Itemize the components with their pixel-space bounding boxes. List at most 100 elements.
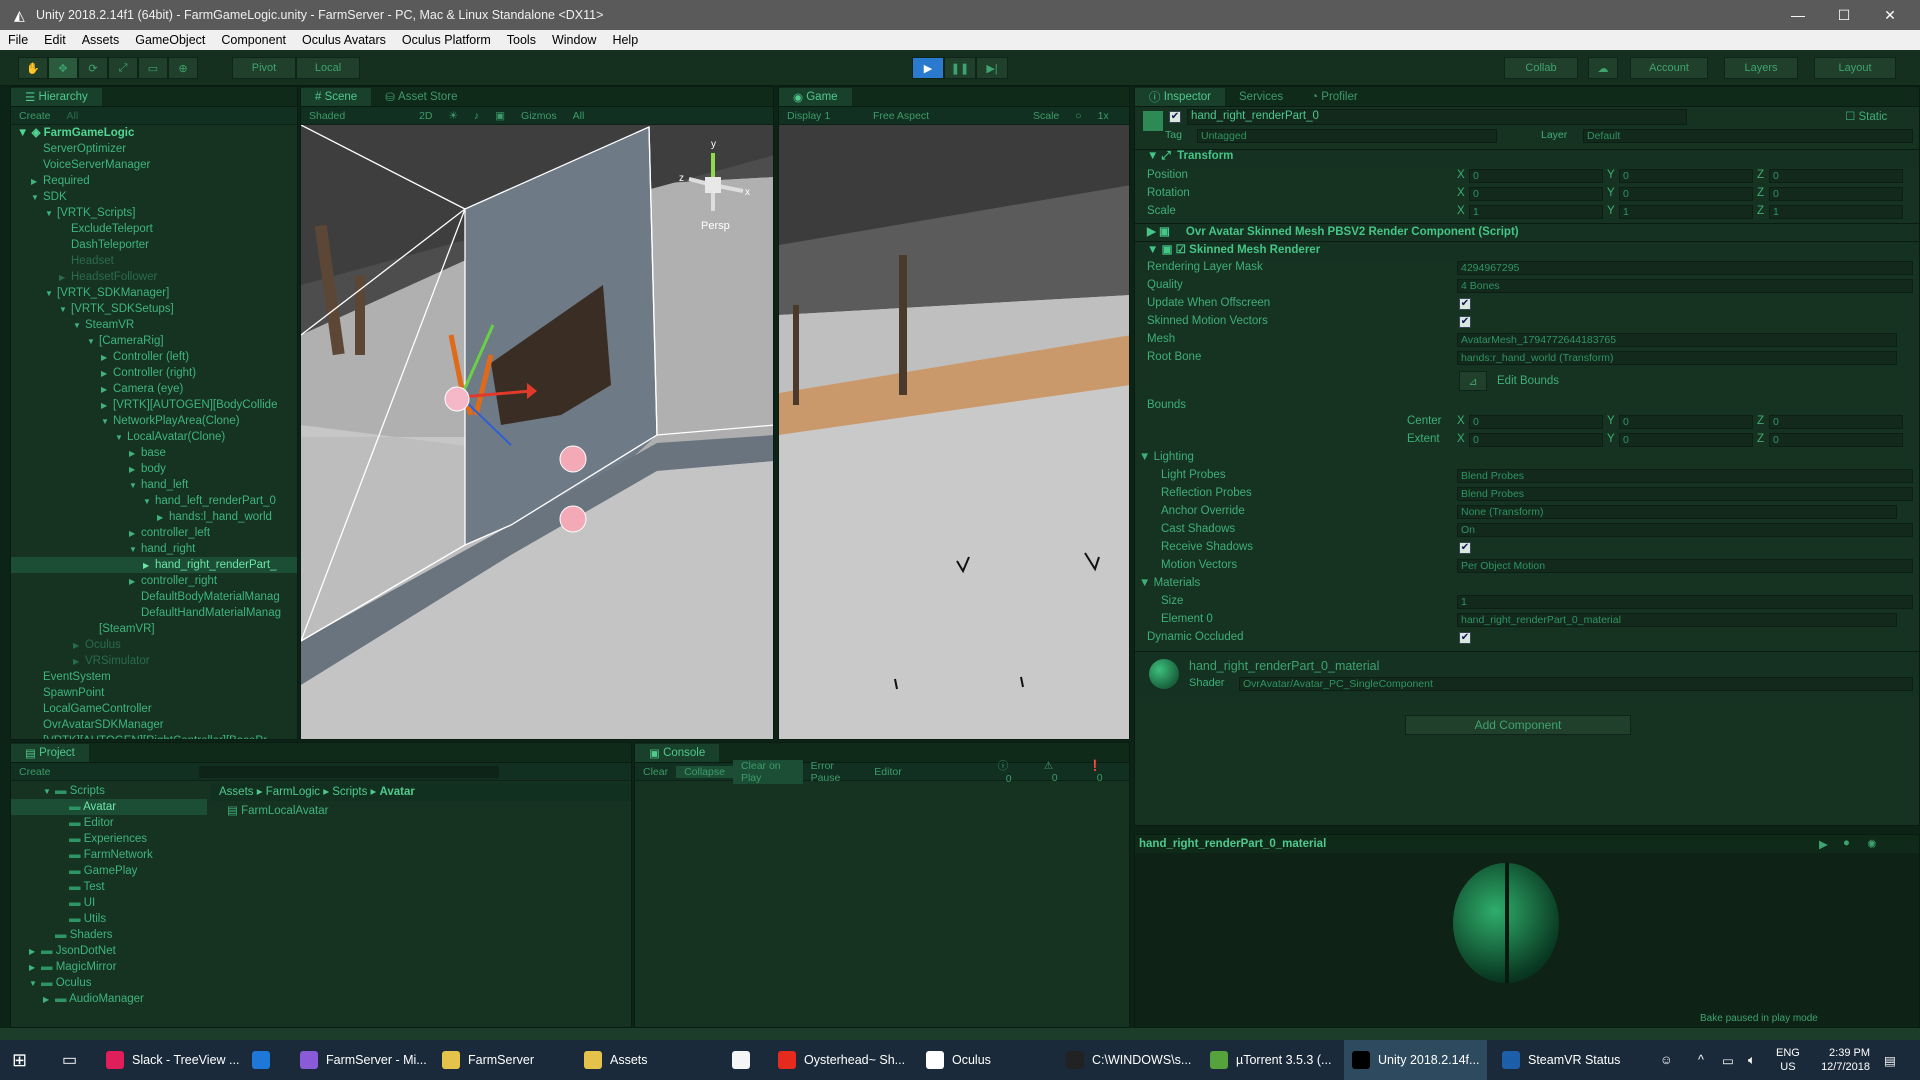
hierarchy-search-input[interactable]: All — [59, 110, 87, 122]
script-file-item[interactable]: ▤ FarmLocalAvatar — [227, 803, 328, 819]
lighting-foldout[interactable]: ▼ Lighting — [1139, 451, 1194, 463]
hierarchy-item[interactable]: ▶ body — [11, 461, 297, 477]
console-clear-button[interactable]: Clear — [635, 766, 676, 778]
foldout-arrow-icon[interactable]: ▼ — [115, 430, 127, 446]
taskbar-app[interactable] — [732, 1040, 758, 1080]
reflection-probes-dropdown[interactable]: Blend Probes — [1457, 487, 1913, 501]
project-folder[interactable]: ▬ Experiences — [11, 831, 207, 847]
tab-game[interactable]: ◉ Game — [779, 88, 852, 106]
foldout-arrow-icon[interactable]: ▶ — [59, 270, 71, 286]
y-value-field[interactable]: 0 — [1619, 169, 1753, 183]
project-folder[interactable]: ▬ Test — [11, 879, 207, 895]
task-view-icon[interactable]: ▭ — [62, 1040, 77, 1080]
menu-component[interactable]: Component — [213, 33, 294, 47]
x-value-field[interactable]: 0 — [1469, 187, 1603, 201]
transform-tool-icon[interactable]: ⊕ — [168, 57, 198, 79]
project-folder[interactable]: ▬ Utils — [11, 911, 207, 927]
static-checkbox[interactable]: ☐ Static — [1845, 109, 1887, 123]
collab-button[interactable]: Collab — [1504, 57, 1578, 79]
scale-slider[interactable]: ○ — [1067, 110, 1089, 122]
rect-tool-icon[interactable]: ▭ — [138, 57, 168, 79]
tab-asset-store[interactable]: ⛁ Asset Store — [371, 88, 471, 106]
menu-oculus-platform[interactable]: Oculus Platform — [394, 33, 499, 47]
scene-root[interactable]: ▼ ◈ FarmGameLogic — [11, 125, 297, 141]
layout-dropdown[interactable]: Layout — [1814, 57, 1896, 79]
console-log-count[interactable]: ⓘ 0 — [990, 758, 1036, 785]
volume-icon[interactable]: 🔈︎ — [1748, 1040, 1756, 1080]
hierarchy-item[interactable]: ▼ SDK — [11, 189, 297, 205]
maximize-button[interactable]: ☐ — [1821, 0, 1867, 30]
hierarchy-item[interactable]: ▶ Controller (left) — [11, 349, 297, 365]
hierarchy-item[interactable]: ▶ Oculus — [11, 637, 297, 653]
hierarchy-item[interactable]: ▼ [CameraRig] — [11, 333, 297, 349]
foldout-arrow-icon[interactable]: ▼ — [73, 318, 85, 334]
console-warning-count[interactable]: ⚠ 0 — [1036, 760, 1081, 784]
ovr-component-header[interactable]: ▶ ▣ Ovr Avatar Skinned Mesh PBSV2 Render… — [1135, 223, 1919, 241]
foldout-arrow-icon[interactable]: ▶ — [101, 398, 113, 414]
taskbar-app[interactable]: Oysterhead~ Sh... — [778, 1040, 905, 1080]
layer-dropdown[interactable]: Default — [1583, 129, 1913, 143]
foldout-arrow-icon[interactable]: ▼ — [29, 976, 41, 992]
project-folder[interactable]: ▶ ▬ AudioManager — [11, 991, 207, 1007]
y-value-field[interactable]: 1 — [1619, 205, 1753, 219]
close-button[interactable]: ✕ — [1867, 0, 1913, 30]
console-clear-on-play-button[interactable]: Clear on Play — [732, 759, 803, 784]
hierarchy-item[interactable]: ▼ hand_right — [11, 541, 297, 557]
root-bone-field[interactable]: hands:r_hand_world (Transform) — [1457, 351, 1897, 365]
move-tool-icon[interactable]: ✥ — [48, 57, 78, 79]
console-error-count[interactable]: ❗ 0 — [1081, 759, 1129, 784]
project-folder[interactable]: ▼ ▬ Oculus — [11, 975, 207, 991]
foldout-arrow-icon[interactable]: ▼ — [45, 206, 57, 222]
project-folder[interactable]: ▬ GamePlay — [11, 863, 207, 879]
hierarchy-item[interactable]: DefaultBodyMaterialManag — [11, 589, 297, 605]
project-folder[interactable]: ▬ Shaders — [11, 927, 207, 943]
hierarchy-item[interactable]: ▶ [VRTK][AUTOGEN][BodyCollide — [11, 397, 297, 413]
hierarchy-item[interactable]: ▶ Camera (eye) — [11, 381, 297, 397]
project-folder[interactable]: ▼ ▬ Scripts — [11, 783, 207, 799]
network-icon[interactable]: ▭ — [1722, 1040, 1734, 1080]
play-button[interactable]: ▶ — [912, 57, 944, 79]
aspect-dropdown[interactable]: Free Aspect — [865, 110, 1025, 122]
lighting-toggle-icon[interactable]: ☀ — [440, 110, 465, 122]
tab-scene[interactable]: # Scene — [301, 88, 372, 106]
crumb-scripts[interactable]: Scripts — [332, 786, 367, 798]
hierarchy-create-button[interactable]: Create — [11, 110, 59, 122]
foldout-arrow-icon[interactable]: ▶ — [157, 510, 169, 526]
display-dropdown[interactable]: Display 1 — [779, 110, 865, 122]
pause-button[interactable]: ❚❚ — [944, 57, 976, 79]
account-dropdown[interactable]: Account — [1630, 57, 1708, 79]
project-search-input[interactable] — [198, 765, 499, 778]
hierarchy-item[interactable]: SpawnPoint — [11, 685, 297, 701]
foldout-arrow-icon[interactable]: ▼ — [129, 478, 141, 494]
menu-window[interactable]: Window — [544, 33, 604, 47]
hierarchy-item[interactable]: ExcludeTeleport — [11, 221, 297, 237]
z-value-field[interactable]: 0 — [1769, 433, 1903, 447]
taskbar-app[interactable]: Unity 2018.2.14f... — [1344, 1040, 1488, 1080]
foldout-arrow-icon[interactable]: ▼ — [129, 542, 141, 558]
taskbar-app[interactable] — [252, 1040, 278, 1080]
crumb-avatar[interactable]: Avatar — [380, 786, 415, 798]
rlm-field[interactable]: 4294967295 — [1457, 261, 1913, 275]
dynamic-occluded-checkbox[interactable]: ✔ — [1459, 632, 1471, 644]
menu-tools[interactable]: Tools — [499, 33, 544, 47]
quality-dropdown[interactable]: 4 Bones — [1457, 279, 1913, 293]
y-value-field[interactable]: 0 — [1619, 433, 1753, 447]
console-collapse-button[interactable]: Collapse — [676, 765, 733, 778]
hierarchy-item[interactable]: DefaultHandMaterialManag — [11, 605, 297, 621]
clock[interactable]: 2:39 PM 12/7/2018 — [1820, 1040, 1870, 1080]
z-value-field[interactable]: 0 — [1769, 415, 1903, 429]
crumb-assets[interactable]: Assets — [219, 786, 254, 798]
receive-shadows-checkbox[interactable]: ✔ — [1459, 542, 1471, 554]
project-folder[interactable]: ▬ Avatar — [11, 799, 207, 815]
foldout-arrow-icon[interactable]: ▼ — [31, 190, 43, 206]
menu-edit[interactable]: Edit — [36, 33, 74, 47]
hierarchy-item[interactable]: ▼ hand_left — [11, 477, 297, 493]
action-center-icon[interactable]: ▤ — [1884, 1040, 1896, 1080]
foldout-arrow-icon[interactable]: ▶ — [29, 944, 41, 960]
foldout-arrow-icon[interactable]: ▶ — [129, 574, 141, 590]
foldout-arrow-icon[interactable]: ▶ — [129, 462, 141, 478]
foldout-arrow-icon[interactable]: ▶ — [43, 992, 55, 1008]
people-icon[interactable]: ☺ — [1660, 1040, 1673, 1080]
effects-toggle-icon[interactable]: ▣ — [487, 110, 513, 122]
hierarchy-item[interactable]: ▶ base — [11, 445, 297, 461]
